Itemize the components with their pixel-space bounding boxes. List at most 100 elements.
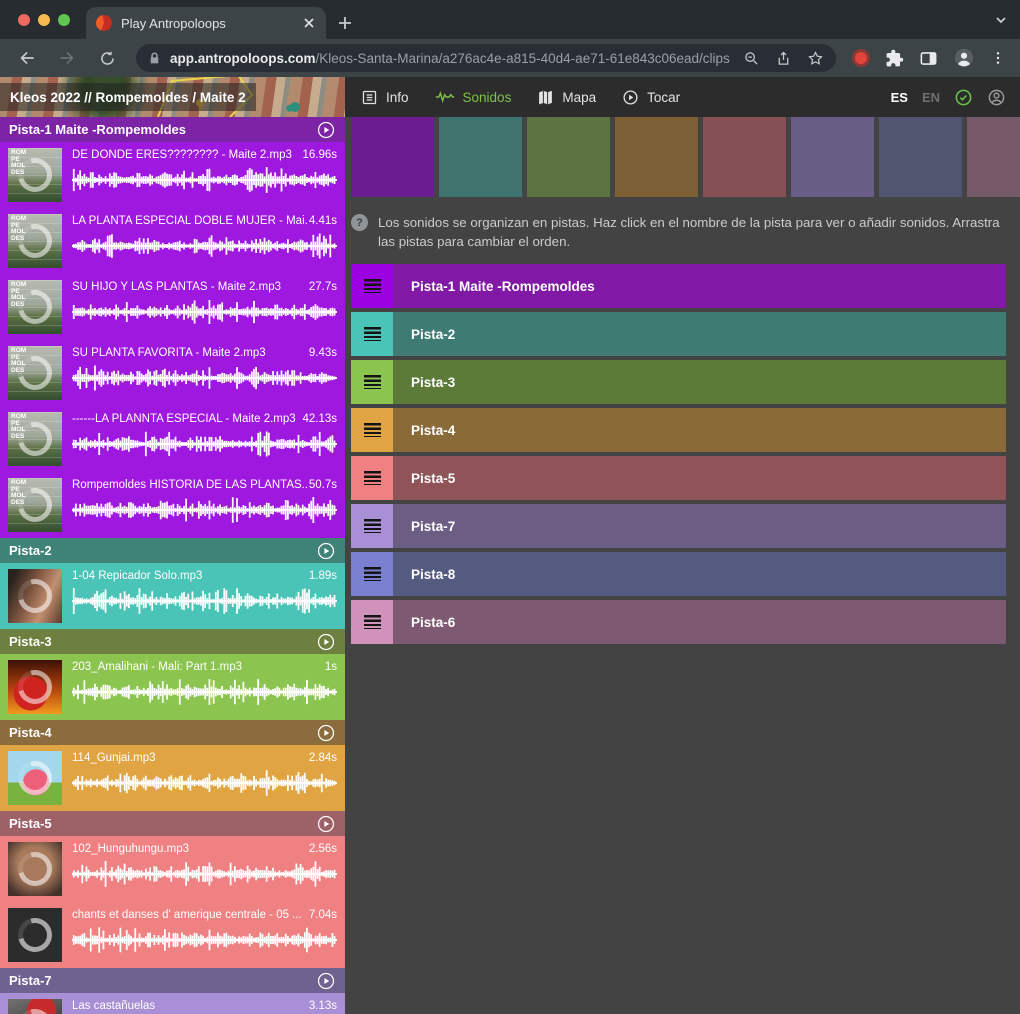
clip-waveform[interactable]: [72, 495, 337, 525]
clip-waveform[interactable]: [72, 231, 337, 261]
sync-check-icon[interactable]: [954, 88, 973, 107]
clip-waveform[interactable]: [72, 859, 337, 889]
clip-item[interactable]: chants et danses d' amerique centrale - …: [0, 902, 345, 968]
track-row-bar[interactable]: Pista-7: [393, 504, 1006, 548]
drag-handle[interactable]: [351, 504, 393, 548]
track-row[interactable]: Pista-1 Maite -Rompemoldes: [351, 264, 1006, 308]
track-row-bar[interactable]: Pista-1 Maite -Rompemoldes: [393, 264, 1006, 308]
browser-tab[interactable]: Play Antropoloops: [86, 7, 326, 39]
track-row[interactable]: Pista-3: [351, 360, 1006, 404]
clip-item[interactable]: 203_Amalihani - Mali: Part 1.mp31s: [0, 654, 345, 720]
new-tab-button[interactable]: [326, 7, 364, 39]
track-row[interactable]: Pista-2: [351, 312, 1006, 356]
track-header[interactable]: Pista-7: [0, 968, 345, 993]
track-row[interactable]: Pista-4: [351, 408, 1006, 452]
track-swatch[interactable]: [703, 117, 786, 197]
clip-thumbnail[interactable]: [8, 569, 62, 623]
record-indicator-icon[interactable]: [855, 52, 867, 64]
play-track-button[interactable]: [317, 542, 335, 560]
clip-thumbnail[interactable]: ROM PE MOL DES: [8, 346, 62, 400]
fullscreen-window-button[interactable]: [58, 14, 70, 26]
play-track-button[interactable]: [317, 121, 335, 139]
track-swatch[interactable]: [879, 117, 962, 197]
project-map-thumbnail[interactable]: Kleos 2022 // Rompemoldes / Maite 2: [0, 77, 345, 117]
clip-item[interactable]: ROM PE MOL DES SU HIJO Y LAS PLANTAS - M…: [0, 274, 345, 340]
track-header[interactable]: Pista-5: [0, 811, 345, 836]
clip-item[interactable]: ROM PE MOL DES Rompemoldes HISTORIA DE L…: [0, 472, 345, 538]
track-row[interactable]: Pista-7: [351, 504, 1006, 548]
clip-waveform[interactable]: [72, 768, 337, 798]
track-row-bar[interactable]: Pista-6: [393, 600, 1006, 644]
track-swatch[interactable]: [351, 117, 434, 197]
drag-handle[interactable]: [351, 600, 393, 644]
track-swatch[interactable]: [439, 117, 522, 197]
clip-waveform[interactable]: [72, 677, 337, 707]
tab-search-chevron-icon[interactable]: [982, 0, 1020, 39]
tab-info[interactable]: Info: [361, 89, 409, 106]
clip-waveform[interactable]: [72, 925, 337, 955]
track-swatch[interactable]: [967, 117, 1020, 197]
track-swatch[interactable]: [615, 117, 698, 197]
profile-avatar[interactable]: [953, 47, 975, 69]
tab-sonidos[interactable]: Sonidos: [435, 90, 512, 105]
track-row-bar[interactable]: Pista-3: [393, 360, 1006, 404]
play-track-button[interactable]: [317, 633, 335, 651]
track-swatch[interactable]: [791, 117, 874, 197]
close-window-button[interactable]: [18, 14, 30, 26]
reload-button[interactable]: [90, 43, 124, 73]
track-header[interactable]: Pista-4: [0, 720, 345, 745]
play-track-button[interactable]: [317, 815, 335, 833]
clip-item[interactable]: Las castañuelas3.13s: [0, 993, 345, 1014]
clip-thumbnail[interactable]: ROM PE MOL DES: [8, 412, 62, 466]
drag-handle[interactable]: [351, 312, 393, 356]
tab-close-icon[interactable]: [302, 16, 316, 30]
clip-thumbnail[interactable]: [8, 908, 62, 962]
clip-waveform[interactable]: [72, 297, 337, 327]
minimize-window-button[interactable]: [38, 14, 50, 26]
bookmark-star-icon[interactable]: [807, 50, 824, 67]
clip-waveform[interactable]: [72, 363, 337, 393]
clip-thumbnail[interactable]: [8, 999, 62, 1014]
drag-handle[interactable]: [351, 408, 393, 452]
clip-item[interactable]: ROM PE MOL DES SU PLANTA FAVORITA - Mait…: [0, 340, 345, 406]
track-row-bar[interactable]: Pista-2: [393, 312, 1006, 356]
browser-menu-kebab-icon[interactable]: [990, 50, 1006, 66]
clip-thumbnail[interactable]: ROM PE MOL DES: [8, 280, 62, 334]
play-track-button[interactable]: [317, 972, 335, 990]
zoom-icon[interactable]: [743, 50, 760, 67]
extensions-puzzle-icon[interactable]: [885, 49, 904, 68]
clip-thumbnail[interactable]: [8, 842, 62, 896]
track-row-bar[interactable]: Pista-4: [393, 408, 1006, 452]
drag-handle[interactable]: [351, 552, 393, 596]
track-header[interactable]: Pista-3: [0, 629, 345, 654]
track-row[interactable]: Pista-8: [351, 552, 1006, 596]
drag-handle[interactable]: [351, 456, 393, 500]
clip-waveform[interactable]: [72, 586, 337, 616]
clip-thumbnail[interactable]: ROM PE MOL DES: [8, 478, 62, 532]
drag-handle[interactable]: [351, 360, 393, 404]
back-button[interactable]: [10, 43, 44, 73]
url-bar[interactable]: app.antropoloops.com/Kleos-Santa-Marina/…: [136, 44, 836, 72]
clip-item[interactable]: 1-04 Repicador Solo.mp31.89s: [0, 563, 345, 629]
tab-mapa[interactable]: Mapa: [537, 89, 596, 106]
clip-item[interactable]: ROM PE MOL DES DE DONDE ERES???????? - M…: [0, 142, 345, 208]
clip-item[interactable]: ROM PE MOL DES ------LA PLANNTA ESPECIAL…: [0, 406, 345, 472]
track-header[interactable]: Pista-1 Maite -Rompemoldes: [0, 117, 345, 142]
clip-waveform[interactable]: [72, 165, 337, 195]
share-icon[interactable]: [775, 50, 792, 67]
clip-item[interactable]: ROM PE MOL DES LA PLANTA ESPECIAL DOBLE …: [0, 208, 345, 274]
play-track-button[interactable]: [317, 724, 335, 742]
track-row-bar[interactable]: Pista-5: [393, 456, 1006, 500]
clip-thumbnail[interactable]: ROM PE MOL DES: [8, 148, 62, 202]
account-icon[interactable]: [987, 88, 1006, 107]
track-row[interactable]: Pista-5: [351, 456, 1006, 500]
track-swatch[interactable]: [527, 117, 610, 197]
forward-button[interactable]: [50, 43, 84, 73]
lock-icon[interactable]: [148, 52, 161, 65]
lang-es-button[interactable]: ES: [891, 90, 908, 105]
tab-tocar[interactable]: Tocar: [622, 89, 680, 106]
clip-waveform[interactable]: [72, 429, 337, 459]
lang-en-button[interactable]: EN: [922, 90, 940, 105]
clip-item[interactable]: 114_Gunjai.mp32.84s: [0, 745, 345, 811]
clip-item[interactable]: 102_Hunguhungu.mp32.56s: [0, 836, 345, 902]
